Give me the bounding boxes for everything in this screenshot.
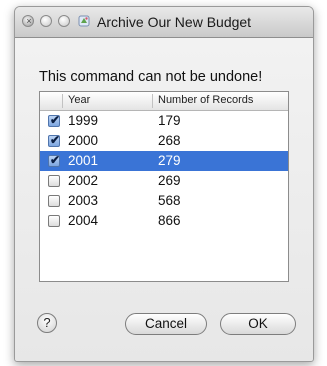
cell-records: 568 <box>158 193 181 208</box>
cell-year: 2000 <box>68 133 99 148</box>
row-checkbox[interactable] <box>48 175 60 187</box>
title-bar: × Archive Our New Budget <box>15 7 313 38</box>
column-header-records[interactable]: Number of Records <box>158 94 253 106</box>
warning-message: This command can not be undone! <box>39 69 263 85</box>
row-checkbox[interactable] <box>48 215 60 227</box>
close-x-glyph: × <box>26 16 32 26</box>
column-separator <box>152 94 153 108</box>
row-checkbox[interactable]: ✔ <box>48 113 61 127</box>
close-icon[interactable]: × <box>22 15 34 27</box>
cell-year: 1999 <box>68 113 99 128</box>
row-checkbox[interactable] <box>48 195 60 207</box>
app-icon <box>78 15 90 27</box>
archive-dialog: × Archive Our New Budget This command ca… <box>14 6 314 362</box>
table-row[interactable]: ✔ 2001 279 <box>40 151 288 171</box>
checkmark-icon: ✔ <box>50 113 61 127</box>
cell-records: 268 <box>158 133 181 148</box>
window-title: Archive Our New Budget <box>97 14 252 30</box>
table-row[interactable]: 2004 866 <box>40 211 288 231</box>
ok-button[interactable]: OK <box>220 313 296 335</box>
table-row[interactable]: ✔ 1999 179 <box>40 111 288 131</box>
minimize-icon[interactable] <box>40 15 52 27</box>
cell-year: 2001 <box>68 153 99 168</box>
cell-year: 2002 <box>68 173 99 188</box>
table-row[interactable]: 2003 568 <box>40 191 288 211</box>
zoom-icon[interactable] <box>58 15 70 27</box>
cell-year: 2004 <box>68 213 99 228</box>
checkmark-icon: ✔ <box>50 153 61 167</box>
cell-records: 279 <box>158 153 181 168</box>
cancel-button[interactable]: Cancel <box>125 313 207 335</box>
cell-records: 179 <box>158 113 181 128</box>
row-checkbox[interactable]: ✔ <box>48 153 61 167</box>
cell-year: 2003 <box>68 193 99 208</box>
cell-records: 866 <box>158 213 181 228</box>
checkmark-icon: ✔ <box>50 133 61 147</box>
column-header-year[interactable]: Year <box>68 94 90 106</box>
table-row[interactable]: ✔ 2000 268 <box>40 131 288 151</box>
column-separator <box>62 94 63 108</box>
records-table: Year Number of Records ✔ 1999 179 ✔ 2000 268 ✔… <box>39 91 289 282</box>
table-row[interactable]: 2002 269 <box>40 171 288 191</box>
row-checkbox[interactable]: ✔ <box>48 133 61 147</box>
help-button[interactable]: ? <box>37 313 57 333</box>
table-header: Year Number of Records <box>40 92 288 111</box>
cell-records: 269 <box>158 173 181 188</box>
